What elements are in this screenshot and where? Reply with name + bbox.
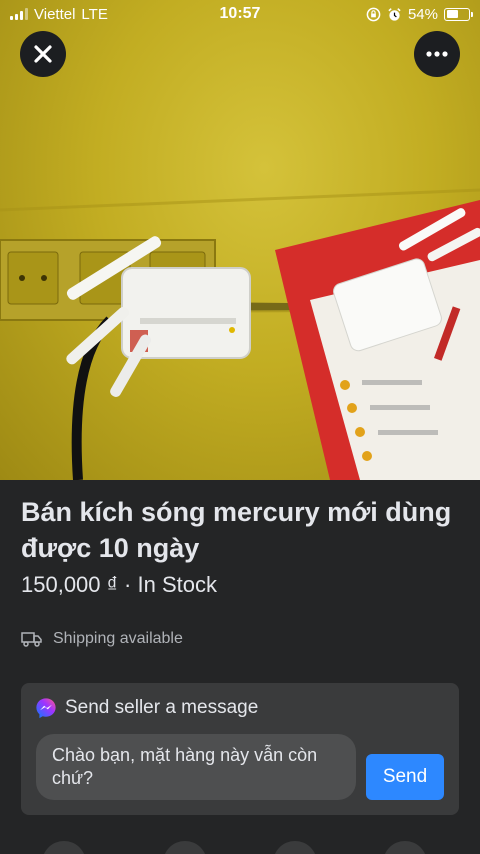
battery-icon <box>444 7 473 21</box>
action-button[interactable] <box>383 841 427 854</box>
truck-icon <box>21 632 42 647</box>
more-icon <box>426 51 448 57</box>
battery-level <box>446 10 458 18</box>
lock-rotation-icon <box>366 7 381 21</box>
action-button[interactable] <box>273 841 317 854</box>
status-left: Viettel LTE <box>10 6 108 23</box>
product-photo-illustration <box>0 188 480 480</box>
message-input[interactable]: Chào bạn, mặt hàng này vẫn còn chứ? <box>36 734 356 800</box>
listing-price: 150,000 ₫ · In Stock <box>21 572 217 597</box>
shipping-label: Shipping available <box>53 630 183 647</box>
alarm-icon <box>388 7 401 21</box>
close-button[interactable] <box>20 31 66 77</box>
message-header: Send seller a message <box>35 697 258 719</box>
messenger-icon <box>36 698 56 719</box>
battery-percent: 54% <box>407 5 438 23</box>
signal-icon <box>10 8 28 20</box>
action-button[interactable] <box>42 841 86 854</box>
listing-details: Bán kích sóng mercury mới dùng được 10 n… <box>0 480 480 854</box>
close-icon <box>34 45 52 63</box>
carrier-name: Viettel <box>34 5 76 23</box>
message-header-label: Send seller a message <box>65 697 259 718</box>
network-type: LTE <box>81 5 108 23</box>
listing-title: Bán kích sóng mercury mới dùng được 10 n… <box>21 497 452 563</box>
message-seller-card: Send seller a message Chào bạn, mặt hàng… <box>21 683 459 815</box>
action-buttons-row <box>0 835 480 854</box>
action-button[interactable] <box>163 841 207 854</box>
shipping-info: Shipping available <box>21 630 183 648</box>
status-right: 54% <box>366 5 473 23</box>
more-options-button[interactable] <box>414 31 460 77</box>
send-button[interactable]: Send <box>366 754 444 800</box>
product-photo[interactable] <box>0 0 480 480</box>
status-bar: Viettel LTE 10:57 54% <box>0 0 480 28</box>
